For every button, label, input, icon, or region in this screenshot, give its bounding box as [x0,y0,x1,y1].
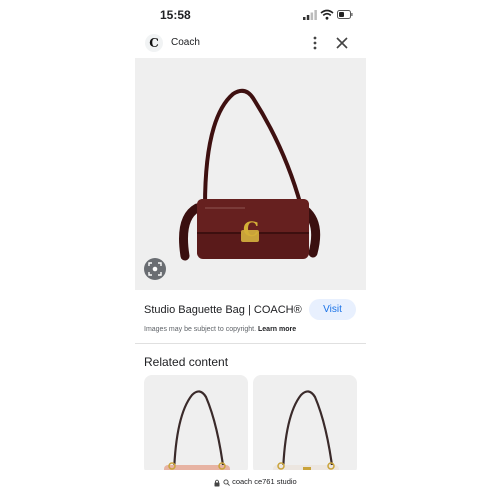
result-header: C Coach [135,30,365,58]
status-bar: 15:58 [0,0,500,30]
svg-text:C: C [243,217,259,241]
more-vert-icon[interactable] [309,35,321,51]
result-title[interactable]: Studio Baguette Bag | COACH® [144,304,302,316]
url-text: coach ce761 studio [232,477,297,486]
divider [135,343,366,344]
product-image[interactable]: C [135,58,366,290]
url-bar[interactable]: coach ce761 studio [135,470,366,500]
related-card[interactable] [144,375,248,475]
related-card[interactable] [253,375,357,475]
learn-more-link[interactable]: Learn more [258,326,296,333]
site-name[interactable]: Coach [171,37,200,48]
signal-icon [303,10,317,20]
related-content-heading: Related content [144,355,229,369]
search-icon [223,478,230,486]
visit-button[interactable]: Visit [309,299,356,320]
related-bag-thumbnail [273,390,339,475]
related-bag-thumbnail [164,390,230,475]
copyright-notice: Images may be subject to copyright. Lear… [144,326,296,333]
lock-icon [214,479,220,487]
status-time: 15:58 [160,8,191,22]
close-icon[interactable] [335,36,349,50]
wifi-icon [320,9,334,20]
battery-icon [337,10,353,19]
bag-illustration: C [179,88,321,261]
coach-logo-icon[interactable]: C [145,34,163,52]
google-lens-icon[interactable] [144,258,166,280]
copyright-text: Images may be subject to copyright. [144,326,257,333]
